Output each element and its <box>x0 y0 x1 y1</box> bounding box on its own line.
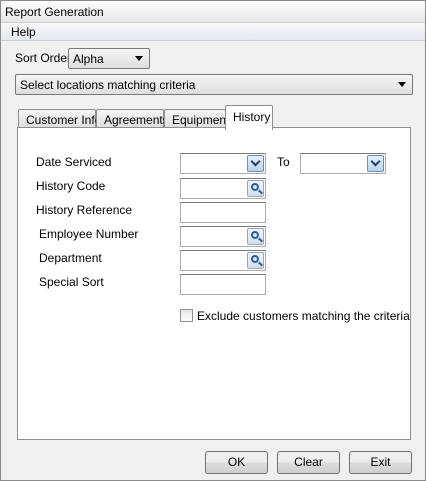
sort-order-value: Alpha <box>73 52 104 66</box>
employee-number-label: Employee Number <box>39 227 139 241</box>
exclude-customers-checkbox[interactable] <box>180 309 193 322</box>
history-reference-field[interactable] <box>180 202 266 223</box>
location-criteria-select[interactable]: Select locations matching criteria <box>15 74 413 95</box>
history-code-field[interactable] <box>180 178 266 199</box>
tab-label: History <box>233 110 271 124</box>
exit-button[interactable]: Exit <box>349 451 412 474</box>
date-serviced-to-dropdown[interactable] <box>367 155 384 172</box>
window-title: Report Generation <box>5 5 104 19</box>
employee-number-field[interactable] <box>180 226 266 247</box>
tab-label: Equipment <box>172 113 230 127</box>
clear-button[interactable]: Clear <box>277 451 340 474</box>
date-serviced-from-picker[interactable] <box>180 153 266 174</box>
date-to-label: To <box>277 155 290 169</box>
department-lookup-button[interactable] <box>247 252 264 269</box>
sort-order-select[interactable]: Alpha <box>68 48 150 69</box>
date-serviced-to-picker[interactable] <box>300 153 386 174</box>
special-sort-field[interactable] <box>180 274 266 295</box>
department-label: Department <box>39 251 102 265</box>
history-code-label: History Code <box>36 179 106 193</box>
history-reference-label: History Reference <box>36 203 133 217</box>
menu-help[interactable]: Help <box>11 25 36 39</box>
chevron-down-icon <box>250 156 261 167</box>
chevron-down-icon <box>135 56 143 61</box>
sort-order-label: Sort Order <box>15 51 72 65</box>
report-generation-window: Report Generation Help Sort Order Alpha … <box>0 0 426 481</box>
department-field[interactable] <box>180 250 266 271</box>
tab-label: Customer Info <box>26 113 102 127</box>
exclude-customers-label: Exclude customers matching the criteria <box>197 309 410 323</box>
history-tab-panel: Date Serviced To History Code History Re… <box>17 127 411 440</box>
tab-label: Agreements <box>104 113 169 127</box>
ok-button[interactable]: OK <box>205 451 268 474</box>
chevron-down-icon <box>370 156 381 167</box>
employee-number-lookup-button[interactable] <box>247 228 264 245</box>
date-serviced-from-dropdown[interactable] <box>247 155 264 172</box>
tab-history[interactable]: History <box>225 105 273 130</box>
title-bar: Report Generation <box>1 1 425 23</box>
tab-agreements[interactable]: Agreements <box>96 109 169 129</box>
tab-customer-info[interactable]: Customer Info <box>18 109 101 129</box>
menu-bar: Help <box>1 23 425 41</box>
special-sort-label: Special Sort <box>39 275 104 289</box>
chevron-down-icon <box>398 82 406 87</box>
location-criteria-value: Select locations matching criteria <box>20 78 196 92</box>
history-code-lookup-button[interactable] <box>247 180 264 197</box>
tab-equipment[interactable]: Equipment <box>164 109 230 129</box>
date-serviced-label: Date Serviced <box>36 155 112 169</box>
